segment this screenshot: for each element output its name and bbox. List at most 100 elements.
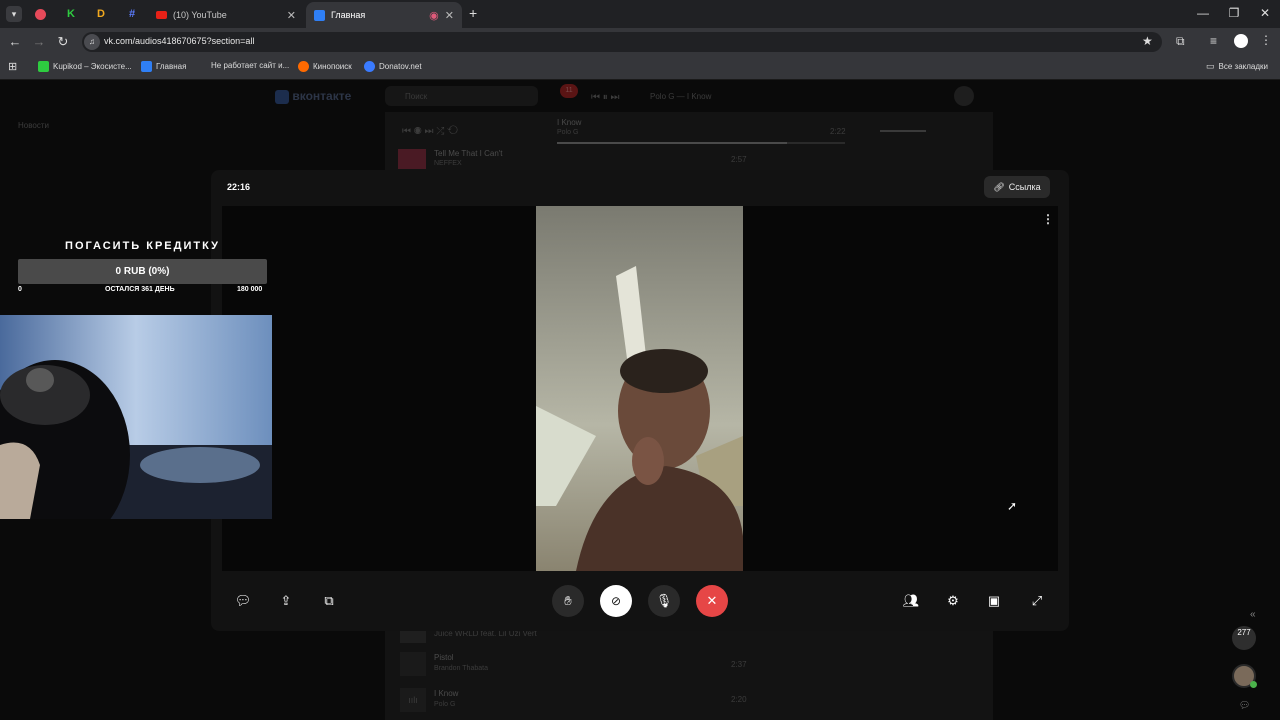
bookmark-donatov[interactable]: Donatov.net — [364, 61, 422, 72]
vk-search-input[interactable]: Поиск — [385, 86, 538, 106]
goal-max: 180 000 — [237, 286, 263, 293]
kick-tab-icon[interactable]: K — [62, 5, 80, 23]
bookmark-label: Kupikod – Экосисте... — [53, 62, 132, 71]
more-options-icon[interactable]: ⋮ — [1042, 212, 1054, 226]
close-window-icon[interactable]: ✕ — [1250, 6, 1280, 20]
tab-vk[interactable]: Главная ◉ ✕ — [306, 2, 462, 28]
bookmark-vk-main[interactable]: Главная — [141, 61, 186, 72]
track-cover — [400, 652, 426, 676]
track-title[interactable]: Pistol — [434, 653, 454, 662]
webcam-frame — [0, 315, 272, 519]
menu-icon[interactable]: ⋮ — [1260, 33, 1272, 47]
bookmark-label: Кинопоиск — [313, 62, 352, 71]
end-call-button[interactable]: ✕ — [696, 585, 728, 617]
tab-youtube[interactable]: (10) YouTube ✕ — [148, 2, 304, 28]
kinopoisk-icon — [298, 61, 309, 72]
bookmark-label: Не работает сайт и... — [211, 61, 290, 70]
vk-logo-text: вконтакте — [292, 89, 352, 103]
player-track-artist: Polo G — [557, 129, 579, 136]
online-indicator — [1250, 681, 1257, 688]
streamer-webcam — [0, 315, 272, 519]
player-progress-bar[interactable] — [557, 142, 845, 144]
track-duration: 2:37 — [731, 660, 747, 669]
goal-remaining: ОСТАЛСЯ 361 ДЕНЬ — [105, 286, 175, 293]
copy-link-label: Ссылка — [1008, 182, 1041, 192]
apps-grid-icon[interactable]: ⊞ — [8, 60, 17, 73]
participant-video-frame — [536, 206, 743, 571]
vk-search-placeholder: Поиск — [405, 92, 428, 101]
hashtag-tab-icon[interactable]: # — [123, 5, 141, 23]
extensions-icon[interactable]: ⧉ — [1176, 34, 1185, 49]
close-icon: ✕ — [706, 593, 718, 608]
track-artist: Brandon Thabata — [434, 665, 488, 672]
camera-off-button[interactable]: ⊘ — [600, 585, 632, 617]
player-track-title: I Know — [557, 118, 582, 127]
vk-news-link[interactable]: Новости — [18, 121, 49, 130]
participants-icon[interactable]: 👥︎ — [900, 590, 922, 612]
track-duration: 2:20 — [731, 695, 747, 704]
volume-slider[interactable] — [880, 130, 926, 132]
kupikod-icon — [38, 61, 49, 72]
track-artist: Polo G — [434, 701, 456, 708]
player-controls[interactable]: ⏮ ◉ ⏭ ⤮ ⟲ — [402, 126, 458, 137]
chat-widget-button[interactable]: 277 — [1232, 626, 1256, 650]
close-tab-icon[interactable]: ✕ — [445, 9, 454, 22]
bookmark-star-icon[interactable]: ★ — [1142, 34, 1153, 48]
opera-tab-icon[interactable] — [31, 5, 49, 23]
vk-play-icon — [314, 9, 325, 21]
track-title[interactable]: Tell Me That I Can't — [434, 149, 503, 158]
bookmark-kupikod[interactable]: Kupikod – Экосисте... — [38, 61, 132, 72]
track-duration: 2:57 — [731, 155, 747, 164]
equalizer-icon: ıılı — [400, 688, 426, 712]
tab-search-icon[interactable]: ▾ — [6, 6, 22, 22]
camera-off-icon: ⊘ — [610, 594, 622, 608]
track-cover — [400, 629, 426, 643]
bookmark-kinopoisk[interactable]: Кинопоиск — [298, 61, 352, 72]
new-tab-icon[interactable]: + — [469, 5, 477, 21]
vk-logo[interactable]: вконтакте — [275, 89, 351, 104]
chat-icon[interactable]: 💬︎ — [232, 590, 254, 612]
profile-avatar[interactable] — [1234, 34, 1248, 48]
copy-link-button[interactable]: 🔗︎ Ссылка — [984, 176, 1050, 198]
fullscreen-icon[interactable]: ⤢ — [1026, 590, 1048, 612]
vk-user-avatar[interactable] — [954, 86, 974, 106]
share-screen-icon[interactable]: ⇪ — [275, 590, 297, 612]
reload-icon[interactable]: ↻ — [54, 34, 72, 50]
settings-gear-icon[interactable]: ⚙ — [942, 590, 964, 612]
forward-arrow-icon[interactable]: → — [30, 34, 48, 49]
microphone-button[interactable]: 🎙︎ — [648, 585, 680, 617]
youtube-icon — [156, 11, 167, 19]
track-artist: NEFFEX — [434, 160, 462, 167]
participant-video[interactable] — [536, 206, 743, 571]
collapse-chevrons-icon[interactable]: « — [1250, 609, 1256, 620]
site-info-icon[interactable]: ♫ — [84, 34, 100, 50]
minimize-icon[interactable]: — — [1188, 6, 1218, 20]
all-bookmarks-label: Все закладки — [1218, 62, 1268, 71]
mouse-cursor: ➚ — [1007, 499, 1018, 513]
header-now-playing: Polo G — I Know — [650, 92, 712, 101]
track-cover — [398, 149, 426, 169]
track-title[interactable]: I Know — [434, 689, 458, 698]
bookmark-label: Главная — [156, 62, 187, 71]
url-text: vk.com/audios418670675?section=all — [104, 36, 255, 46]
broadcast-icon[interactable]: ⧉ — [318, 590, 340, 612]
recording-icon: ◉ — [429, 9, 439, 22]
donationalerts-tab-icon[interactable]: D — [92, 5, 110, 23]
message-icon[interactable]: 💬︎ — [1239, 700, 1250, 711]
raise-hand-button[interactable]: ✋︎ — [552, 585, 584, 617]
back-arrow-icon[interactable]: ← — [6, 34, 24, 49]
restore-icon[interactable]: ❐ — [1219, 6, 1249, 20]
microphone-icon: 🎙︎ — [655, 593, 673, 608]
all-bookmarks[interactable]: ▭ Все закладки — [1206, 61, 1268, 72]
donatov-icon — [364, 61, 375, 72]
tab-youtube-label: (10) YouTube — [173, 10, 227, 20]
bookmark-site-down[interactable]: Не работает сайт и... — [211, 61, 289, 70]
media-controls-icon[interactable]: ≡ — [1210, 34, 1217, 48]
layout-icon[interactable]: ▣ — [983, 590, 1005, 612]
folder-icon: ▭ — [1206, 61, 1215, 71]
chat-count: 277 — [1237, 628, 1251, 637]
notification-badge[interactable]: 11 — [560, 84, 578, 98]
vk-icon — [141, 61, 152, 72]
close-tab-icon[interactable]: ✕ — [287, 9, 296, 22]
prev-track-icon[interactable]: ⏮ ⏸ ⏭ — [591, 92, 620, 103]
